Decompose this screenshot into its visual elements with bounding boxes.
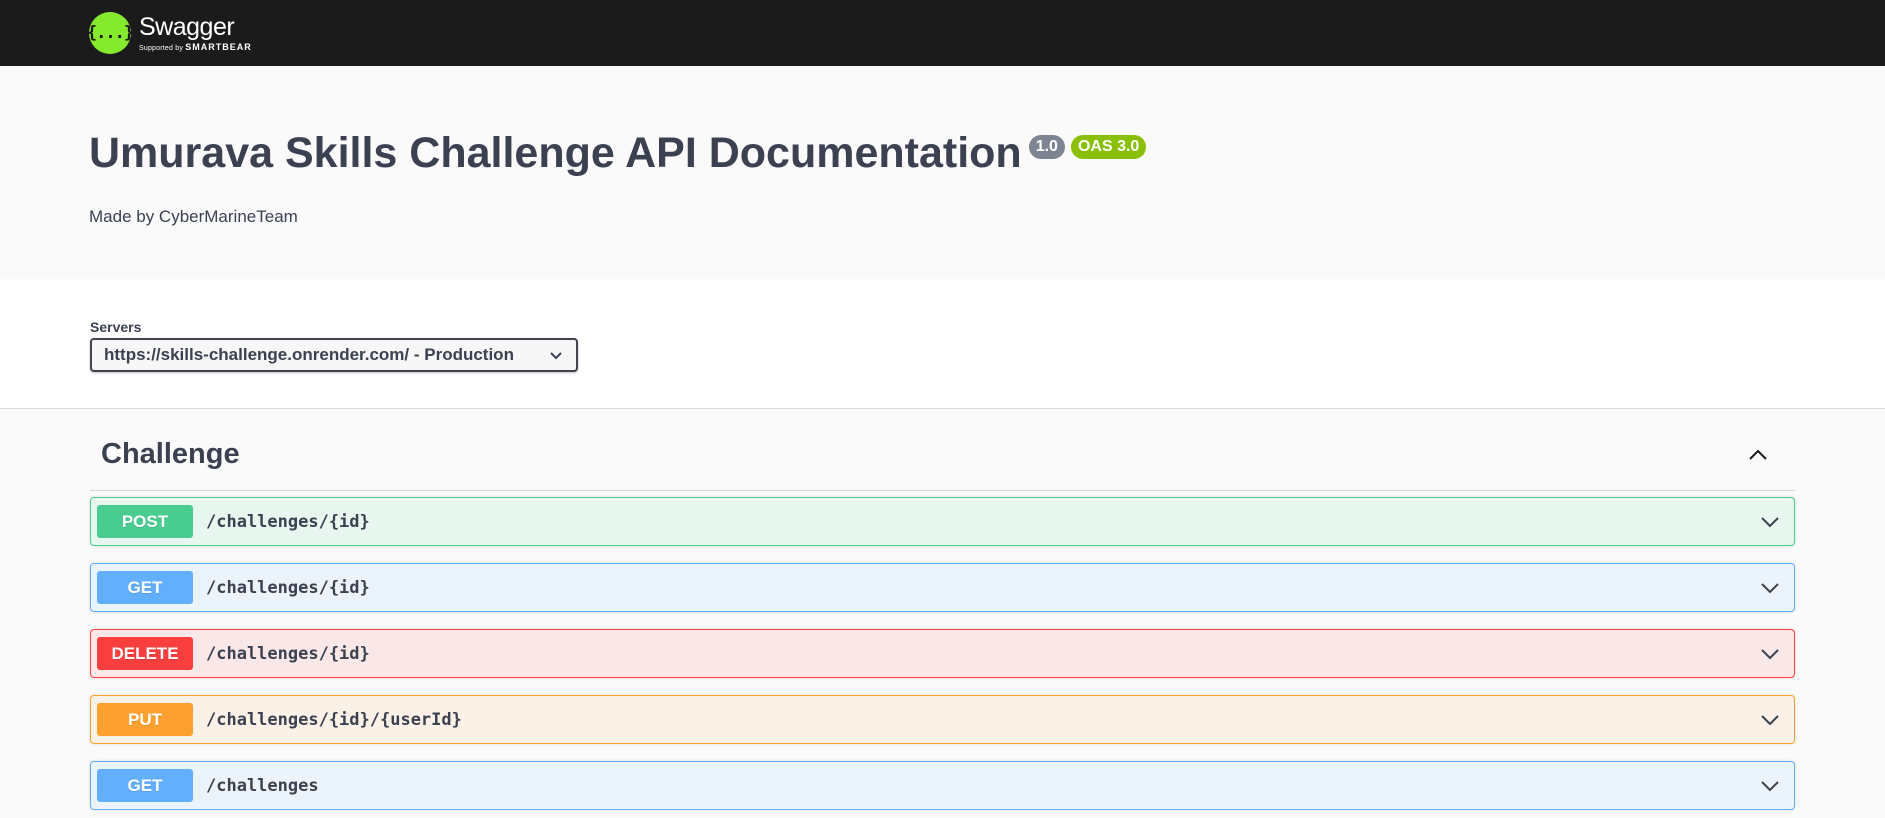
tag-header-challenge[interactable]: Challenge (90, 409, 1795, 491)
method-badge: GET (97, 769, 193, 802)
endpoint-path: /challenges/{id} (206, 577, 370, 598)
chevron-down-icon[interactable] (1760, 710, 1780, 730)
tag-name: Challenge (101, 438, 240, 470)
endpoint-path: /challenges/{id} (206, 643, 370, 664)
method-badge: PUT (97, 703, 193, 736)
chevron-down-icon[interactable] (1760, 578, 1780, 598)
servers-section: Servers https://skills-challenge.onrende… (0, 279, 1885, 409)
endpoint-path: /challenges (206, 775, 319, 796)
smartbear-text: SMARTBEAR (185, 41, 252, 52)
chevron-down-icon (550, 352, 562, 360)
version-badge: 1.0 (1028, 135, 1065, 159)
server-select[interactable]: https://skills-challenge.onrender.com/ -… (90, 338, 578, 372)
servers-label: Servers (90, 319, 142, 335)
method-badge: POST (97, 505, 193, 538)
swagger-logo-icon: {...} (87, 12, 134, 54)
endpoint-path: /challenges/{id}/{userId} (206, 709, 462, 730)
logo-text: Swagger Supported by SMARTBEAR (139, 12, 252, 52)
swagger-logo-link[interactable]: {...} Swagger Supported by SMARTBEAR (87, 12, 252, 54)
method-badge: DELETE (97, 637, 193, 670)
api-description: Made by CyberMarineTeam (89, 207, 298, 227)
page-title: Umurava Skills Challenge API Documentati… (89, 129, 1022, 177)
opblock-delete-challenges-id[interactable]: DELETE /challenges/{id} (90, 629, 1795, 678)
oas-badge: OAS 3.0 (1070, 135, 1147, 159)
opblock-get-challenges[interactable]: GET /challenges (90, 761, 1795, 810)
chevron-down-icon[interactable] (1760, 644, 1780, 664)
info-section: Umurava Skills Challenge API Documentati… (0, 66, 1885, 279)
supported-by: Supported by SMARTBEAR (139, 41, 252, 52)
chevron-up-icon[interactable] (1747, 434, 1769, 466)
supported-by-text: Supported by (139, 44, 184, 52)
opblock-put-challenges-id-userid[interactable]: PUT /challenges/{id}/{userId} (90, 695, 1795, 744)
operations-section: Challenge POST /challenges/{id} GET /cha… (0, 409, 1885, 818)
brand-name: Swagger (139, 12, 235, 41)
opblock-post-challenges-id[interactable]: POST /challenges/{id} (90, 497, 1795, 546)
chevron-down-icon[interactable] (1760, 512, 1780, 532)
endpoint-path: /challenges/{id} (206, 511, 370, 532)
topbar: {...} Swagger Supported by SMARTBEAR (0, 0, 1885, 66)
title-row: Umurava Skills Challenge API Documentati… (89, 123, 1885, 183)
opblock-get-challenges-id[interactable]: GET /challenges/{id} (90, 563, 1795, 612)
server-select-value: https://skills-challenge.onrender.com/ -… (104, 345, 514, 364)
method-badge: GET (97, 571, 193, 604)
chevron-down-icon[interactable] (1760, 776, 1780, 796)
